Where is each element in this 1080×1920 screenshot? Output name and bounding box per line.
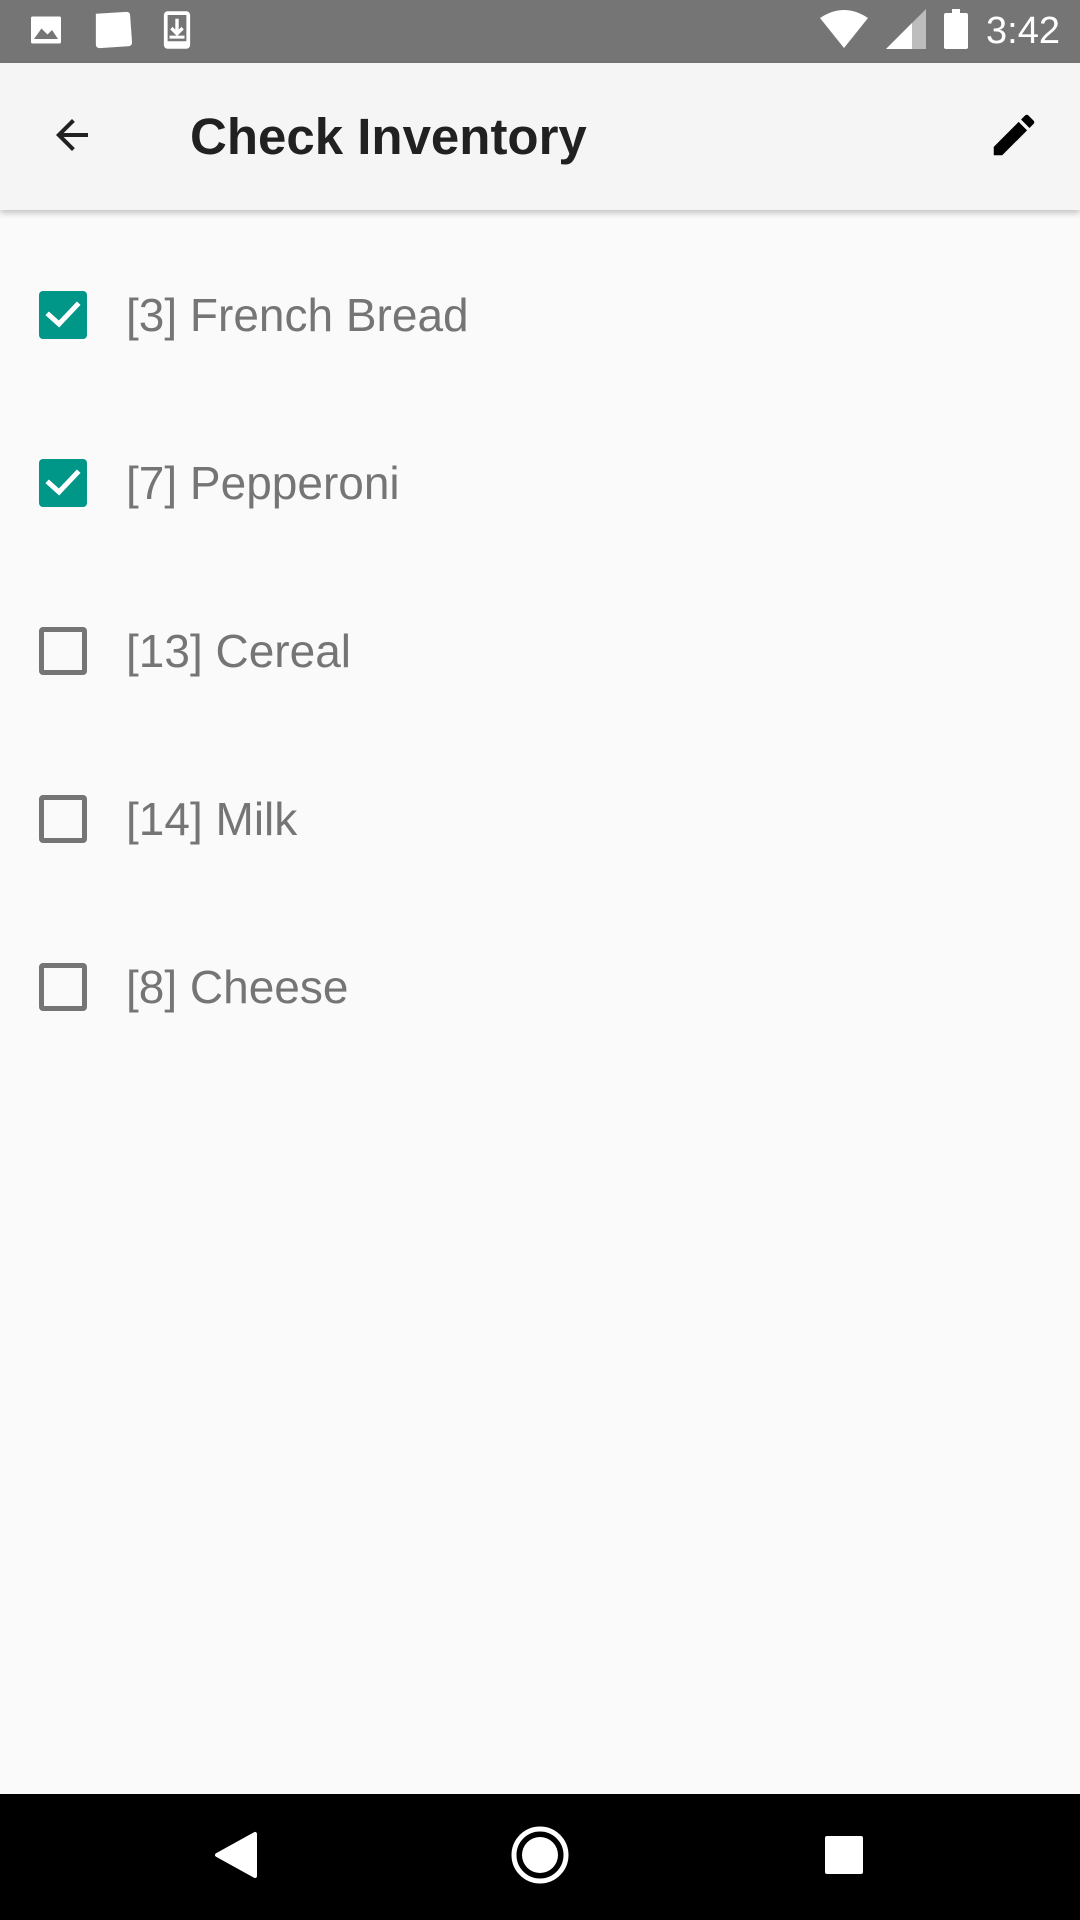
list-item[interactable]: [14] Milk [0, 744, 1080, 894]
status-right-icons: 3:42 [820, 0, 1060, 63]
navigation-bar [0, 1794, 1080, 1920]
battery-icon [944, 9, 969, 54]
status-time: 3:42 [986, 10, 1060, 52]
list-item[interactable]: [3] French Bread [0, 240, 1080, 390]
item-label: [3] French Bread [126, 289, 469, 341]
item-label: [7] Pepperoni [126, 457, 400, 509]
back-button[interactable] [28, 93, 116, 181]
item-checkbox[interactable] [39, 627, 87, 675]
item-checkbox[interactable] [39, 795, 87, 843]
item-label: [13] Cereal [126, 625, 352, 677]
status-bar: 3:42 [0, 0, 1080, 63]
pencil-icon [987, 108, 1041, 167]
back-arrow-icon [48, 111, 96, 164]
check-icon [45, 469, 81, 496]
image-icon [28, 12, 64, 53]
item-label: [8] Cheese [126, 961, 349, 1013]
edit-button[interactable] [970, 93, 1058, 181]
item-checkbox[interactable] [39, 459, 87, 507]
status-left-icons [28, 10, 192, 54]
app-bar: Check Inventory [0, 63, 1080, 210]
nav-recents-icon [823, 1834, 865, 1881]
check-icon [45, 301, 81, 328]
nav-recents-button[interactable] [804, 1817, 884, 1897]
nav-back-button[interactable] [196, 1817, 276, 1897]
card-icon [90, 10, 136, 55]
screen: 3:42 Check Inventory [3] French Bread [7… [0, 0, 1080, 1920]
wifi-icon [820, 10, 869, 53]
item-checkbox[interactable] [39, 963, 87, 1011]
nav-back-icon [213, 1830, 259, 1885]
download-icon [162, 9, 192, 56]
signal-icon [886, 9, 927, 54]
list-item[interactable]: [13] Cereal [0, 576, 1080, 726]
item-label: [14] Milk [126, 793, 298, 845]
list-item[interactable]: [8] Cheese [0, 912, 1080, 1062]
list-item[interactable]: [7] Pepperoni [0, 408, 1080, 558]
page-title: Check Inventory [190, 108, 587, 165]
item-checkbox[interactable] [39, 291, 87, 339]
nav-home-icon [510, 1825, 570, 1890]
nav-home-button[interactable] [500, 1817, 580, 1897]
